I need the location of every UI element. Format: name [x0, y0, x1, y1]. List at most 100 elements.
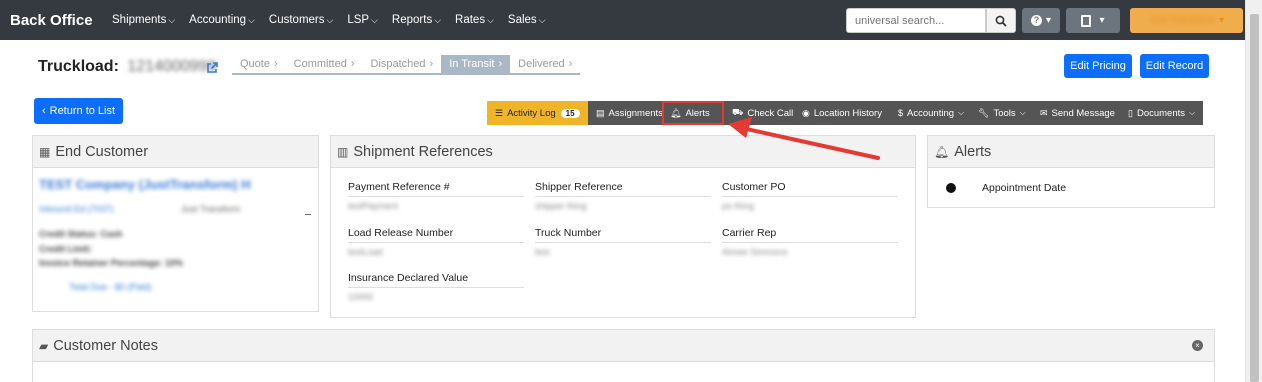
step-quote: Quote ›	[232, 55, 286, 75]
page-scrollbar[interactable]	[1245, 0, 1262, 382]
chevron-right-icon: ›	[350, 58, 355, 70]
panel-title: Shipment References	[353, 143, 493, 160]
total-due-link[interactable]: Total Due - $0 (Paid)	[69, 282, 152, 292]
help-menu-button[interactable]: ? ▾	[1022, 8, 1060, 33]
record-tab-bar: ☰ Activity Log 15 ▤ Assignments 🔔︎ Alert…	[487, 101, 1203, 125]
nav-item-reports[interactable]: Reports ⌵	[392, 14, 441, 26]
chevron-down-icon: ⌵	[538, 15, 546, 25]
field-label: Insurance Declared Value	[348, 272, 524, 288]
chevron-down-icon: ▾	[1045, 15, 1052, 26]
brand-logo[interactable]: Back Office	[10, 12, 93, 29]
end-customer-panel: ▦ End Customer TEST Company (JustTransfo…	[32, 135, 319, 312]
search-icon	[995, 15, 1007, 27]
field-value: shipper thing	[535, 201, 587, 211]
ref-payment-reference: Payment Reference # testPayment	[348, 181, 524, 211]
field-label: Carrier Rep	[722, 227, 898, 243]
bell-icon: 🔔︎	[670, 107, 682, 118]
edit-pricing-button[interactable]: Edit Pricing	[1064, 54, 1132, 78]
tab-alerts[interactable]: 🔔︎ Alerts	[662, 101, 724, 125]
user-menu-button[interactable]: Just Transform ▾	[1130, 8, 1243, 33]
chevron-down-icon: ⌵	[1019, 108, 1026, 117]
step-in-transit: In Transit ›	[441, 55, 511, 75]
tab-label: Assignments	[608, 107, 663, 119]
field-value: test	[535, 247, 550, 257]
tab-activity-log[interactable]: ☰ Activity Log 15	[487, 101, 588, 125]
nav-item-lsp[interactable]: LSP ⌵	[347, 14, 378, 26]
car-icon: ⛟	[732, 107, 744, 117]
close-icon[interactable]: ×	[1192, 340, 1203, 351]
step-committed: Committed ›	[285, 55, 363, 75]
panel-header: ▦ End Customer	[33, 136, 318, 168]
customer-notes-panel: ▰ Customer Notes ×	[32, 329, 1215, 382]
nav-item-sales[interactable]: Sales ⌵	[508, 14, 546, 26]
field-value: 10000	[348, 292, 374, 302]
clipboard-icon	[1081, 14, 1092, 27]
tab-label: Check Call	[747, 107, 794, 119]
customer-company-link[interactable]: TEST Company (JustTransform) H	[39, 177, 251, 192]
tab-assignments[interactable]: ▤ Assignments	[588, 101, 663, 125]
tab-check-call[interactable]: ⛟ Check Call	[724, 101, 794, 125]
chevron-down-icon: ⌵	[434, 15, 442, 25]
return-to-list-button[interactable]: ‹ Return to List	[34, 98, 123, 124]
tab-label: Tools	[993, 107, 1016, 119]
tab-tools[interactable]: 🔧︎ Tools ⌵	[970, 101, 1032, 125]
field-label: Load Release Number	[348, 227, 524, 243]
invoice-retainer: Invoice Retainer Percentage: 10%	[39, 258, 184, 268]
list-icon: ☰	[495, 107, 504, 118]
barcode-icon: ▥	[337, 144, 349, 159]
scrollbar-thumb[interactable]	[1250, 14, 1259, 382]
customer-rep: Just Transform	[181, 204, 241, 214]
chevron-right-icon: ›	[498, 58, 503, 70]
alert-item[interactable]: Appointment Date	[946, 182, 1066, 194]
tab-label: Accounting	[907, 107, 955, 119]
status-stepper: Quote › Committed › Dispatched › In Transit…	[232, 55, 581, 77]
tab-send-message[interactable]: ✉ Send Message	[1032, 101, 1120, 125]
nav-item-shipments[interactable]: Shipments ⌵	[112, 14, 175, 26]
tab-documents[interactable]: ▯ Documents ⌵	[1120, 101, 1203, 125]
credit-status: Credit Status: Cash	[39, 229, 123, 239]
tab-accounting[interactable]: $ Accounting ⌵	[890, 101, 970, 125]
panel-title: End Customer	[55, 143, 149, 160]
compass-icon: ◉	[802, 107, 810, 118]
file-icon: ▯	[1128, 107, 1133, 118]
field-label: Payment Reference #	[348, 181, 524, 197]
count-badge: 15	[560, 108, 580, 118]
ref-load-release-number: Load Release Number testLoad	[348, 227, 524, 257]
tab-label: Documents	[1136, 107, 1186, 119]
chevron-down-icon: ⌵	[248, 15, 255, 25]
field-label: Truck Number	[535, 227, 711, 243]
external-link-icon[interactable]	[206, 62, 218, 74]
chevron-down-icon: ▾	[1099, 15, 1105, 26]
question-icon: ?	[1030, 15, 1042, 26]
nav-item-accounting[interactable]: Accounting ⌵	[189, 14, 255, 26]
ref-carrier-rep: Carrier Rep Aimee Simmons	[722, 227, 898, 257]
field-value: Aimee Simmons	[722, 247, 788, 257]
top-navbar: Back Office Shipments ⌵ Accounting ⌵ Custo…	[0, 0, 1262, 40]
panel-header: ▰ Customer Notes	[33, 330, 1214, 362]
tab-location-history[interactable]: ◉ Location History	[794, 101, 890, 125]
chevron-right-icon: ›	[568, 58, 573, 70]
clipboard-icon: ▤	[596, 107, 605, 118]
tab-label: Alerts	[685, 107, 710, 119]
step-dispatched: Dispatched ›	[362, 55, 442, 75]
tab-label: Send Message	[1051, 107, 1115, 119]
sticky-note-icon: ▰	[39, 338, 49, 353]
chevron-down-icon: ▾	[1219, 15, 1225, 26]
alert-label: Appointment Date	[982, 182, 1067, 194]
field-label: Customer PO	[722, 181, 898, 197]
edit-record-button[interactable]: Edit Record	[1140, 54, 1209, 78]
field-value: po thing	[722, 201, 755, 211]
alerts-panel: 🔔︎ Alerts Appointment Date	[927, 135, 1215, 208]
clipboard-menu-button[interactable]: ▾	[1066, 8, 1120, 33]
chevron-down-icon: ⌵	[958, 108, 965, 117]
nav-item-rates[interactable]: Rates ⌵	[455, 14, 494, 26]
return-to-list-label: Return to List	[49, 105, 116, 117]
field-label: Shipper Reference	[535, 181, 711, 197]
search-button[interactable]	[986, 8, 1016, 33]
customer-contact-link[interactable]: Inbound Ed (7037)	[39, 204, 114, 214]
universal-search-input[interactable]	[846, 8, 986, 33]
panel-title: Customer Notes	[53, 337, 158, 354]
ref-insurance-declared-value: Insurance Declared Value 10000	[348, 272, 524, 302]
clock-icon	[946, 183, 956, 193]
nav-item-customers[interactable]: Customers ⌵	[269, 14, 333, 26]
